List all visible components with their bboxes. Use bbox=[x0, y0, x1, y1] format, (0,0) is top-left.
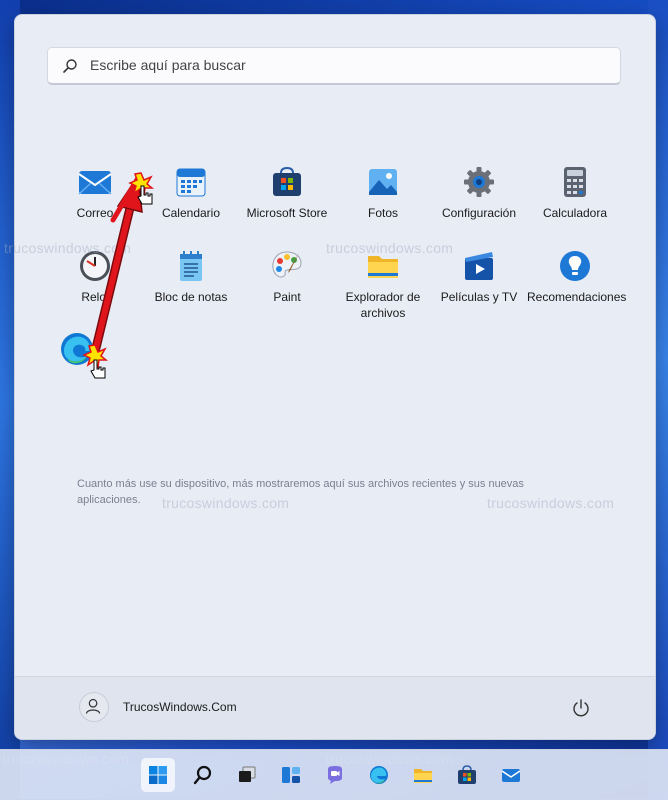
search-icon bbox=[63, 59, 77, 73]
file-explorer-icon bbox=[414, 769, 432, 783]
app-correo[interactable]: Correo bbox=[47, 165, 143, 221]
app-calculadora[interactable]: Calculadora bbox=[527, 165, 623, 221]
edge-icon[interactable] bbox=[59, 331, 95, 367]
app-label: Configuración bbox=[441, 206, 517, 220]
app-fotos[interactable]: Fotos bbox=[335, 165, 431, 221]
app-label: Recomendaciones bbox=[527, 290, 627, 304]
paint-icon bbox=[272, 251, 302, 278]
calculator-icon bbox=[564, 167, 586, 197]
start-menu: Correo Calendario Microsoft Store Fotos bbox=[14, 14, 656, 740]
app-peliculas-y-tv[interactable]: Películas y TV bbox=[431, 249, 527, 305]
taskbar-start-button[interactable] bbox=[141, 758, 175, 792]
user-name[interactable]: TrucosWindows.Com bbox=[123, 700, 237, 714]
app-label: Explorador de archivos bbox=[345, 290, 421, 320]
power-icon[interactable] bbox=[571, 698, 591, 718]
taskbar-task-view-button[interactable] bbox=[230, 758, 264, 792]
app-label: Calendario bbox=[161, 206, 221, 220]
app-reloj[interactable]: Reloj bbox=[47, 249, 143, 305]
taskbar-edge-button[interactable] bbox=[362, 758, 396, 792]
widgets-icon bbox=[282, 767, 300, 783]
app-label: Fotos bbox=[367, 206, 398, 220]
app-calendario[interactable]: Calendario bbox=[143, 165, 239, 221]
app-label: Paint bbox=[273, 290, 301, 304]
app-label: Películas y TV bbox=[440, 290, 518, 304]
search-box[interactable] bbox=[47, 47, 621, 85]
search-input[interactable] bbox=[90, 48, 610, 82]
notepad-icon bbox=[180, 251, 202, 281]
start-icon bbox=[149, 766, 167, 784]
app-configuracion[interactable]: Configuración bbox=[431, 165, 527, 221]
taskbar bbox=[0, 749, 668, 800]
task-view-icon bbox=[239, 766, 256, 782]
taskbar-teams-chat-button[interactable] bbox=[318, 758, 352, 792]
app-paint[interactable]: Paint bbox=[239, 249, 335, 305]
start-footer: TrucosWindows.Com bbox=[15, 676, 655, 739]
app-label: Correo bbox=[76, 206, 114, 220]
teams-chat-icon bbox=[328, 766, 342, 784]
calendar-icon bbox=[176, 168, 206, 197]
recommended-hint: Cuanto más use su dispositivo, más mostr… bbox=[77, 478, 524, 506]
app-label: Calculadora bbox=[542, 206, 608, 220]
app-recomendaciones[interactable]: Recomendaciones bbox=[527, 249, 627, 305]
taskbar-store-button[interactable] bbox=[450, 758, 484, 792]
app-label: Reloj bbox=[81, 290, 109, 304]
taskbar-widgets-button[interactable] bbox=[274, 758, 308, 792]
photos-icon bbox=[369, 169, 397, 195]
app-explorador-de-archivos[interactable]: Explorador de archivos bbox=[335, 249, 431, 321]
search-icon bbox=[193, 765, 212, 785]
avatar[interactable] bbox=[79, 692, 109, 722]
edge-icon bbox=[370, 766, 388, 784]
mail-icon bbox=[78, 171, 112, 195]
gear-icon bbox=[464, 167, 494, 197]
folder-icon bbox=[368, 256, 398, 278]
app-label: Bloc de notas bbox=[154, 290, 228, 304]
mail-icon bbox=[501, 769, 521, 782]
taskbar-file-explorer-button[interactable] bbox=[406, 758, 440, 792]
tips-icon bbox=[560, 251, 590, 281]
taskbar-search-button[interactable] bbox=[186, 758, 220, 792]
taskbar-mail-button[interactable] bbox=[494, 758, 528, 792]
clock-icon bbox=[80, 251, 110, 281]
store-icon bbox=[273, 166, 301, 196]
user-icon bbox=[85, 698, 101, 714]
app-label: Microsoft Store bbox=[246, 206, 328, 220]
movies-icon bbox=[465, 252, 493, 280]
app-microsoft-store[interactable]: Microsoft Store bbox=[239, 165, 335, 221]
app-bloc-de-notas[interactable]: Bloc de notas bbox=[143, 249, 239, 305]
store-icon bbox=[458, 765, 476, 784]
